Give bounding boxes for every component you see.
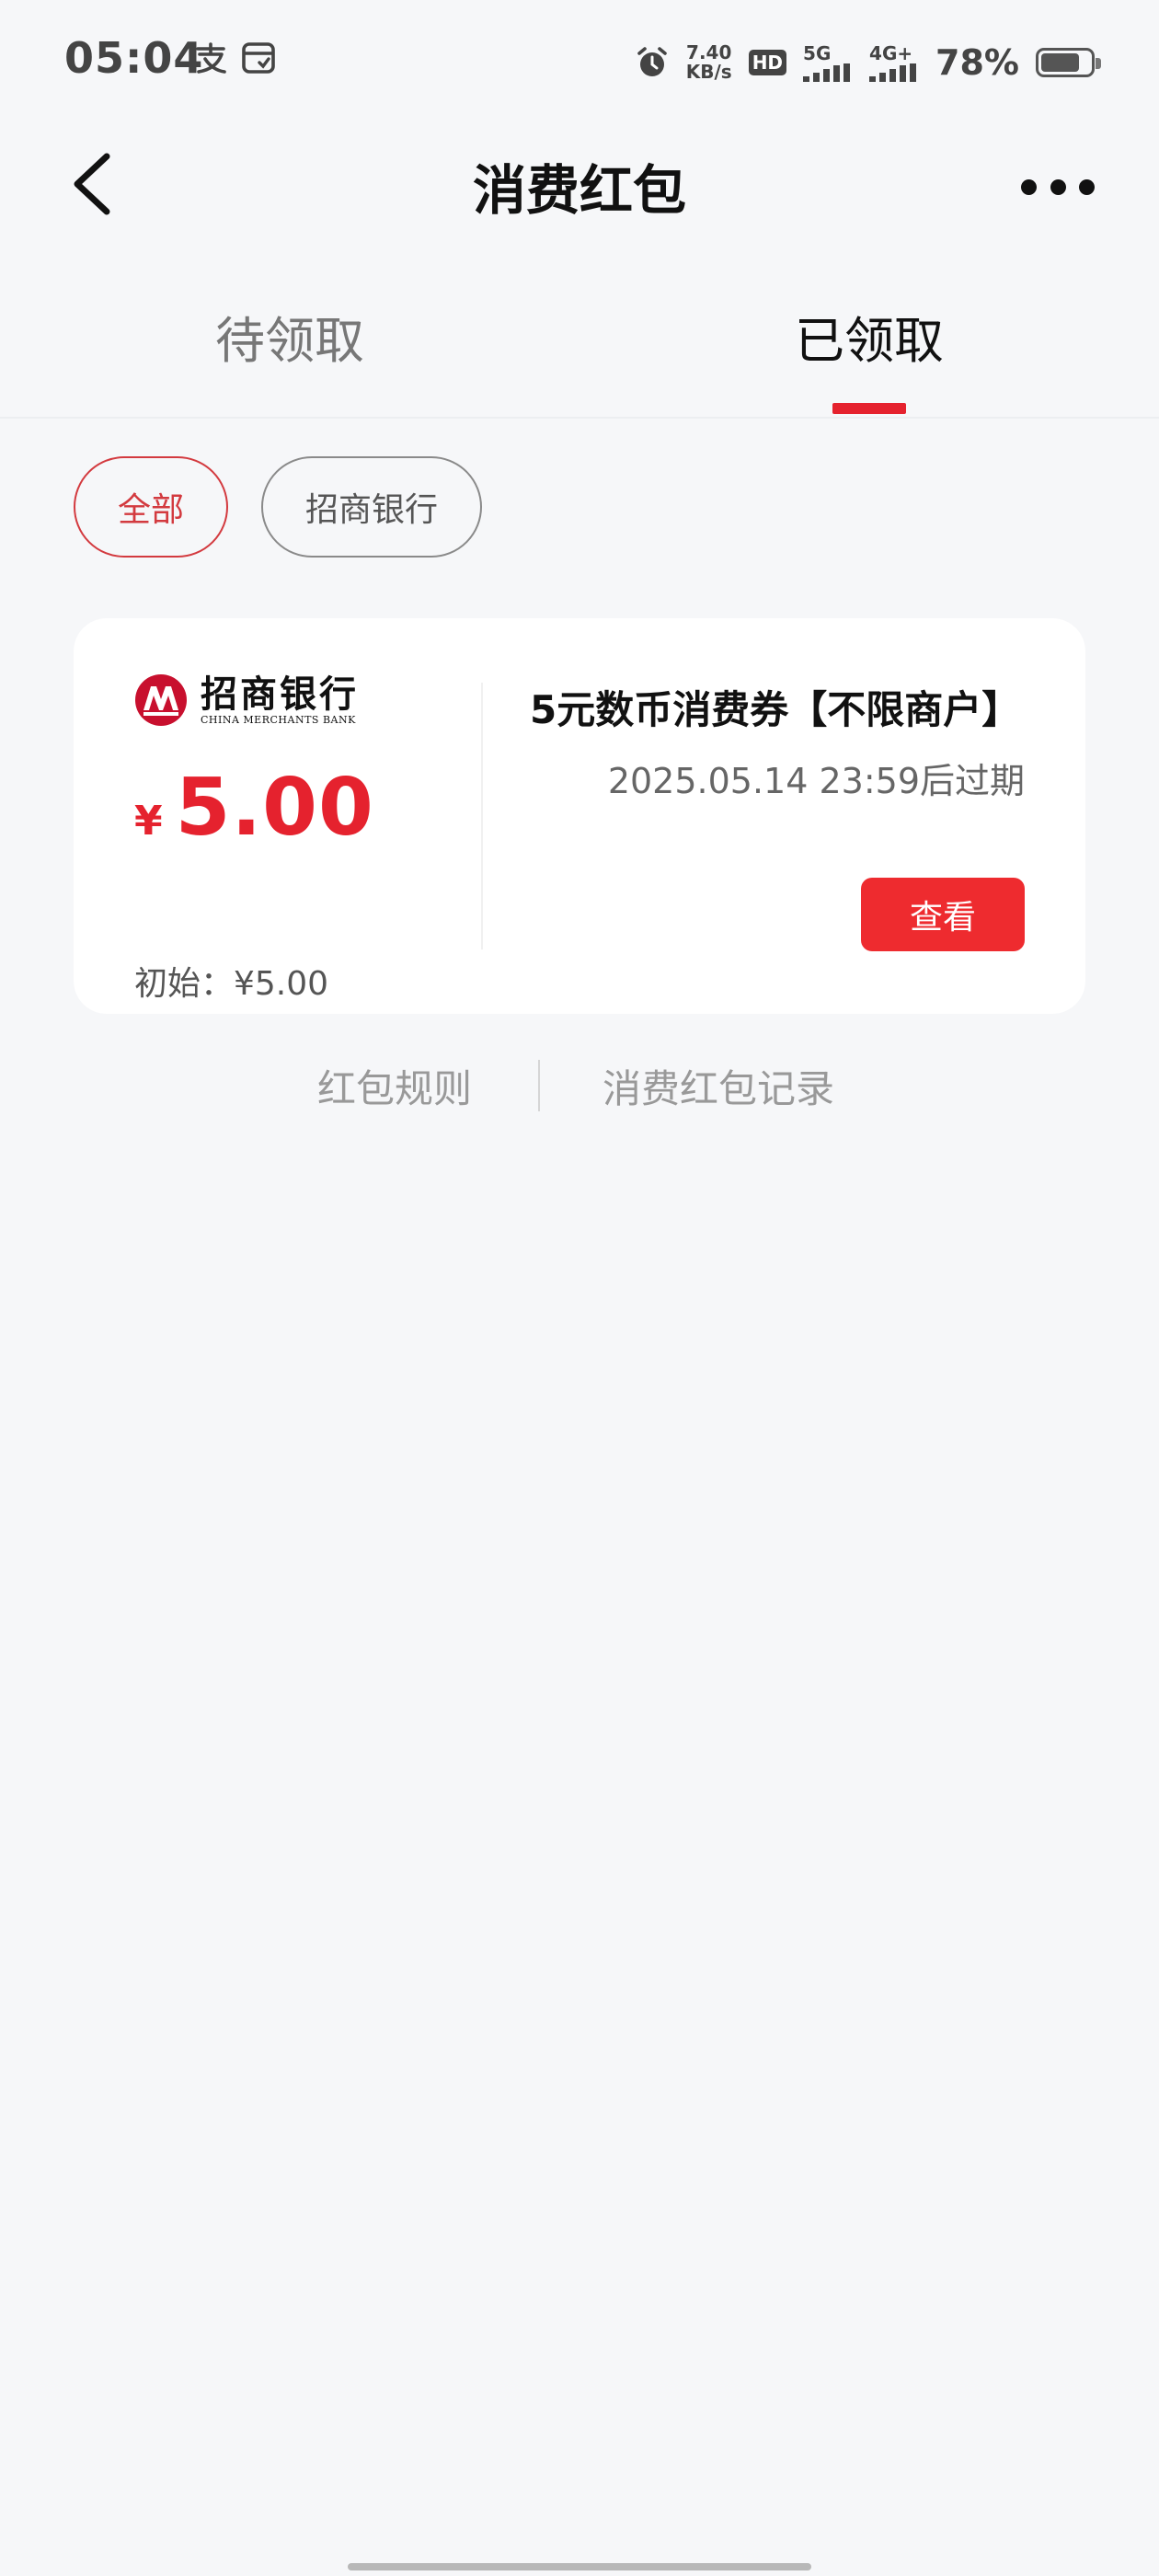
coupon-amount-section: 招商银行 CHINA MERCHANTS BANK ¥ 5.00 初始：¥5.0… xyxy=(134,673,484,1004)
network-speed: 7.40 KB/s xyxy=(686,43,732,82)
hd-label: HD xyxy=(748,50,787,75)
signal-5g: 5G xyxy=(803,43,853,82)
hd-volte-icon: HD xyxy=(748,50,787,75)
footer-links: 红包规则 消费红包记录 xyxy=(0,1058,1159,1113)
card-divider xyxy=(481,683,483,949)
coupon-expiry: 2025.05.14 23:59后过期 xyxy=(607,761,1025,801)
filter-chip-all[interactable]: 全部 xyxy=(74,456,229,558)
signal-bars-icon xyxy=(869,63,917,82)
bank-logo: 招商银行 CHINA MERCHANTS BANK xyxy=(134,673,359,727)
tab-bar: 待领取 已领取 xyxy=(0,276,1159,419)
battery-fill xyxy=(1041,53,1079,72)
sim1-label: 5G xyxy=(803,42,832,64)
tab-active-indicator xyxy=(832,403,906,414)
sim2-label: 4G+ xyxy=(869,42,913,64)
filter-chip-cmb[interactable]: 招商银行 xyxy=(261,456,483,558)
cmb-logo-icon xyxy=(135,674,187,726)
signal-bars-icon xyxy=(803,63,851,82)
signal-4g: 4G+ xyxy=(869,43,919,82)
coupon-amount: ¥ 5.00 xyxy=(134,762,374,854)
currency-symbol: ¥ xyxy=(134,798,163,845)
tab-claimed[interactable]: 已领取 xyxy=(580,300,1159,373)
network-speed-unit: KB/s xyxy=(685,61,732,83)
view-button[interactable]: 查看 xyxy=(861,878,1025,951)
filter-chips: 全部 招商银行 xyxy=(74,456,483,558)
link-consumption-records[interactable]: 消费红包记录 xyxy=(602,1058,834,1114)
bank-name: 招商银行 CHINA MERCHANTS BANK xyxy=(201,674,359,726)
more-options-icon[interactable] xyxy=(1021,173,1095,201)
wallet-card-icon xyxy=(242,42,275,74)
status-bar: 05:04 7.40 KB/s HD 5G 4G+ 78% xyxy=(0,0,1159,120)
bank-name-cn: 招商银行 xyxy=(201,673,359,716)
link-red-packet-rules[interactable]: 红包规则 xyxy=(317,1058,472,1114)
network-speed-value: 7.40 xyxy=(686,41,732,63)
battery-percentage: 78% xyxy=(935,42,1019,83)
page: 05:04 7.40 KB/s HD 5G 4G+ 78% 消费红包 待领取 已… xyxy=(0,0,1159,2576)
status-indicators: 7.40 KB/s HD 5G 4G+ 78% xyxy=(635,37,1101,88)
home-indicator[interactable] xyxy=(348,2563,811,2570)
coupon-title: 5元数币消费券【不限商户】 xyxy=(530,687,1021,732)
alipay-icon xyxy=(196,42,226,74)
battery-icon xyxy=(1036,48,1101,77)
amount-value: 5.00 xyxy=(175,762,374,854)
page-title: 消费红包 xyxy=(472,159,686,222)
alarm-icon xyxy=(637,47,667,76)
coupon-card[interactable]: 招商银行 CHINA MERCHANTS BANK ¥ 5.00 初始：¥5.0… xyxy=(74,618,1085,1014)
initial-amount: 初始：¥5.00 xyxy=(134,965,329,1003)
bank-name-en: CHINA MERCHANTS BANK xyxy=(201,714,356,726)
tab-pending[interactable]: 待领取 xyxy=(0,300,580,373)
status-time: 05:04 xyxy=(64,33,204,83)
link-separator xyxy=(538,1060,540,1111)
nav-bar: 消费红包 xyxy=(0,120,1159,248)
